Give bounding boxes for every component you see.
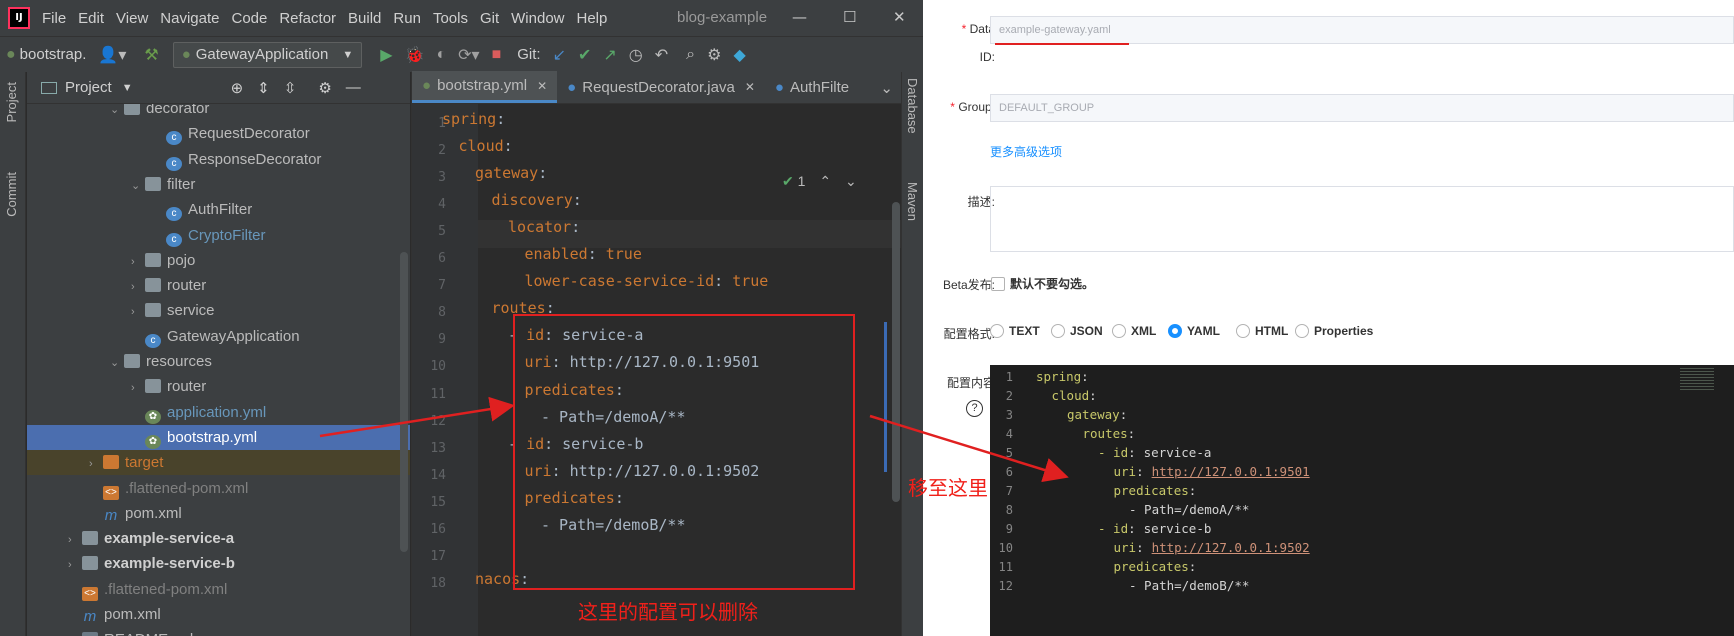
arrow-to-box	[319, 396, 515, 438]
arrow-to-config	[869, 414, 1069, 483]
annotation-arrows	[319, 396, 1069, 483]
